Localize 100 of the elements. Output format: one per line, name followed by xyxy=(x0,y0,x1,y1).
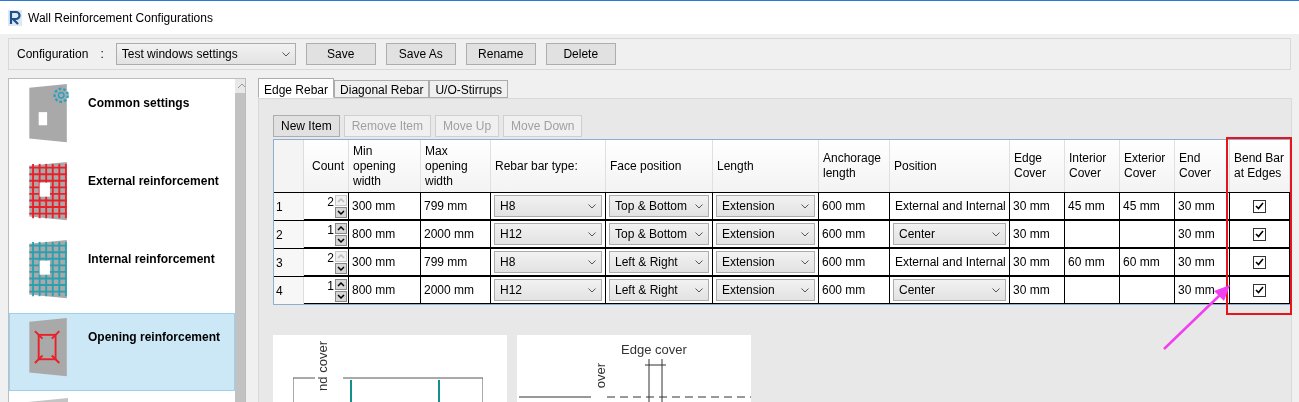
spinner[interactable] xyxy=(335,278,347,302)
arrow-up-icon[interactable] xyxy=(335,222,347,234)
chevron-down-icon xyxy=(801,259,809,265)
checkbox[interactable] xyxy=(1253,255,1266,269)
checkmark-icon xyxy=(1255,202,1264,210)
column-header: Exterior Cover xyxy=(1120,140,1175,192)
column-header: Max opening width xyxy=(421,140,491,192)
sidebar-item[interactable]: Opening reinforcement xyxy=(9,313,236,391)
row-number: 2 xyxy=(274,221,304,248)
chevron-down-icon xyxy=(588,203,596,209)
spinner[interactable] xyxy=(335,250,347,274)
table-cell: 45 mm xyxy=(1120,193,1175,220)
spinner[interactable] xyxy=(335,222,347,246)
chevron-down-icon xyxy=(695,287,703,293)
checkbox[interactable] xyxy=(1253,227,1266,241)
table-cell: 800 mm xyxy=(349,221,421,248)
table-cell: 300 mm xyxy=(349,193,421,220)
arrow-down-icon[interactable] xyxy=(335,234,347,246)
chevron-down-icon xyxy=(695,203,703,209)
count-value: 1 xyxy=(327,278,334,295)
dropdown[interactable]: Left & Right xyxy=(609,251,709,273)
table-cell: 30 mm xyxy=(1175,221,1230,248)
dropdown[interactable]: Test windows settings xyxy=(115,43,296,65)
tab[interactable]: U/O-Stirrups xyxy=(429,80,509,98)
table-cell: 600 mm xyxy=(819,221,890,248)
table-cell: 60 mm xyxy=(1065,249,1120,276)
app-logo-icon xyxy=(8,9,22,26)
dropdown[interactable]: Center xyxy=(893,223,1006,245)
table-cell: 30 mm xyxy=(1010,249,1065,276)
tab[interactable]: Diagonal Rebar xyxy=(334,80,430,98)
checkbox[interactable] xyxy=(1253,199,1266,213)
column-header: Anchorage length xyxy=(819,140,890,192)
window-title: Wall Reinforcement Configurations xyxy=(28,9,213,27)
diagram-label: Edge cover xyxy=(621,341,687,359)
dropdown[interactable]: Top & Bottom xyxy=(609,195,709,217)
chevron-down-icon xyxy=(281,51,290,57)
dropdown[interactable]: Extension xyxy=(716,223,815,245)
dropdown[interactable]: H12 xyxy=(494,223,602,245)
dropdown[interactable]: Left & Right xyxy=(609,279,709,301)
table-cell: External and Internal xyxy=(890,249,1010,276)
arrow-down-icon[interactable] xyxy=(335,262,347,274)
chevron-down-icon xyxy=(588,287,596,293)
row-number: 1 xyxy=(274,193,304,220)
checkmark-icon xyxy=(1255,258,1264,266)
row-number: 3 xyxy=(274,249,304,276)
chevron-down-icon xyxy=(992,231,1000,237)
column-header: Interior Cover xyxy=(1065,140,1120,192)
table-cell: External and Internal xyxy=(890,193,1010,220)
sidebar-item-label: Common settings xyxy=(88,95,190,112)
toolbar-button[interactable]: Save xyxy=(305,43,376,65)
column-header: Edge Cover xyxy=(1010,140,1065,192)
diagram-label: over xyxy=(593,363,608,389)
table-cell: 30 mm xyxy=(1010,221,1065,248)
table-cell: 800 mm xyxy=(349,277,421,304)
dropdown[interactable]: H8 xyxy=(494,195,602,217)
checkbox[interactable] xyxy=(1253,283,1266,297)
sidebar-item-label: External reinforcement xyxy=(88,173,219,190)
chevron-down-icon xyxy=(992,287,1000,293)
arrow-down-icon[interactable] xyxy=(335,206,347,218)
sidebar-item-label: Internal reinforcement xyxy=(88,251,215,268)
configuration-label: Configuration xyxy=(17,46,89,63)
spinner[interactable] xyxy=(335,194,347,218)
count-value: 2 xyxy=(327,250,334,267)
sidebar-item[interactable]: Internal reinforcement xyxy=(9,235,236,313)
table-cell: 799 mm xyxy=(421,193,491,220)
chevron-down-icon xyxy=(588,231,596,237)
toolbar-button[interactable]: Delete xyxy=(545,43,616,65)
annotation-arrow xyxy=(1162,283,1232,351)
table-cell: 45 mm xyxy=(1065,193,1120,220)
chevron-down-icon xyxy=(695,231,703,237)
table-cell: 60 mm xyxy=(1120,249,1175,276)
arrow-down-icon[interactable] xyxy=(335,290,347,302)
column-header: End Cover xyxy=(1175,140,1230,192)
dropdown[interactable]: Extension xyxy=(716,251,815,273)
dropdown[interactable]: H12 xyxy=(494,279,602,301)
table-button[interactable]: New Item xyxy=(273,115,340,137)
arrow-up-icon[interactable] xyxy=(335,278,347,290)
toolbar-button[interactable]: Save As xyxy=(385,43,456,65)
dropdown[interactable]: Extension xyxy=(716,195,815,217)
dropdown[interactable]: Center xyxy=(893,279,1006,301)
sidebar-item[interactable]: External reinforcement xyxy=(9,157,236,235)
column-header: Bend Bar at Edges xyxy=(1230,140,1290,192)
column-header: Min opening width xyxy=(349,140,421,192)
checkmark-icon xyxy=(1255,230,1264,238)
table-cell: 600 mm xyxy=(819,193,890,220)
dropdown[interactable]: Top & Bottom xyxy=(609,223,709,245)
row-number: 4 xyxy=(274,277,304,304)
toolbar-button[interactable]: Rename xyxy=(465,43,536,65)
table-cell: 2000 mm xyxy=(421,221,491,248)
table-cell: 30 mm xyxy=(1175,249,1230,276)
tab[interactable]: Edge Rebar xyxy=(258,78,335,98)
table-cell: 30 mm xyxy=(1010,193,1065,220)
column-header: Length xyxy=(713,140,819,192)
dropdown[interactable]: H8 xyxy=(494,251,602,273)
chevron-down-icon xyxy=(588,259,596,265)
column-header: Position xyxy=(890,140,1010,192)
table-cell: 30 mm xyxy=(1010,277,1065,304)
sidebar-item[interactable]: Common settings xyxy=(9,79,236,157)
count-value: 2 xyxy=(327,194,334,211)
dropdown[interactable]: Extension xyxy=(716,279,815,301)
